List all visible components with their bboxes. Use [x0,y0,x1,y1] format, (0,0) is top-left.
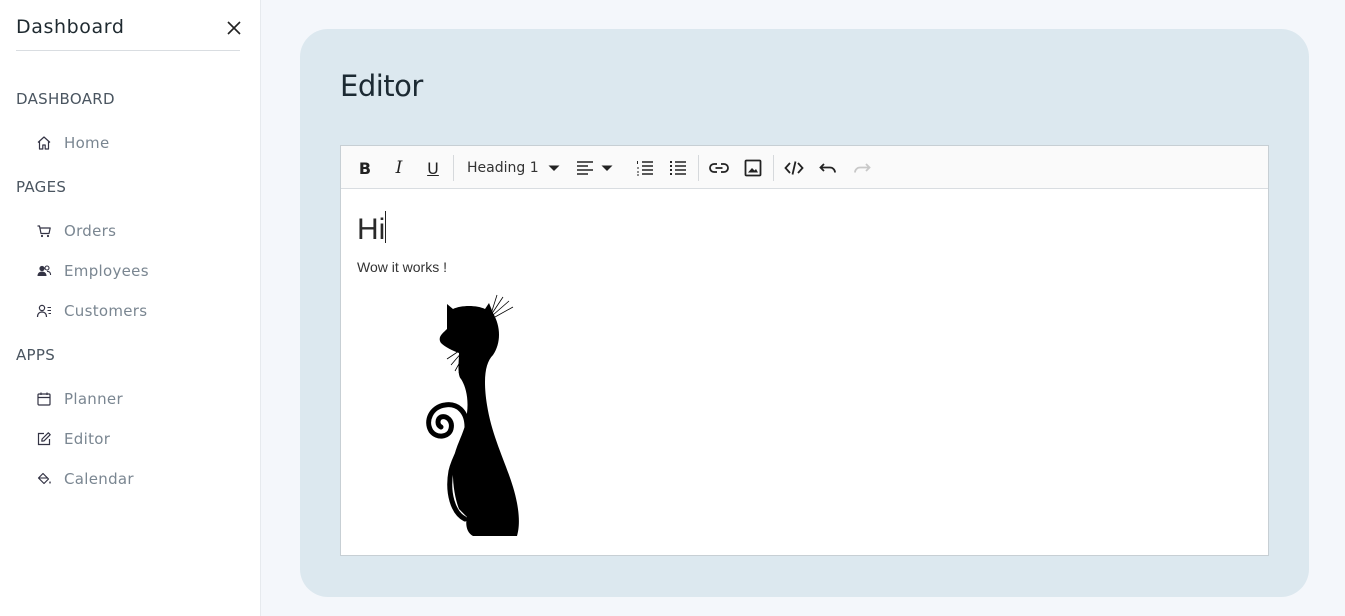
ordered-list-button[interactable] [633,156,657,180]
bullet-list-button[interactable] [666,156,690,180]
image-button[interactable] [741,156,765,180]
home-icon [37,136,51,150]
link-icon [709,163,729,173]
chevron-down-icon [601,165,613,171]
align-select[interactable] [576,156,614,180]
section-apps: APPS [16,346,56,364]
undo-icon [819,163,836,173]
sidebar-item-label: Planner [64,390,123,408]
editor-card: Editor B I U Heading 1 Hi Wow it works ! [300,29,1309,597]
employees-icon [37,265,52,276]
sidebar-item-label: Editor [64,430,111,448]
underline-button[interactable]: U [421,156,445,180]
heading-select-value: Heading 1 [467,160,539,176]
link-button[interactable] [707,156,731,180]
sidebar-item-planner[interactable]: Planner [36,387,123,411]
redo-icon [854,163,871,173]
sidebar-item-label: Orders [64,222,117,240]
editor-toolbar: B I U Heading 1 [341,146,1268,189]
sidebar: Dashboard DASHBOARD Home PAGES Orders Em… [0,0,261,616]
sidebar-item-employees[interactable]: Employees [36,259,149,283]
cat-silhouette-image[interactable] [407,293,542,536]
code-view-button[interactable] [782,156,806,180]
redo-button[interactable] [850,156,874,180]
close-icon[interactable] [225,19,243,37]
rich-text-editor: B I U Heading 1 Hi Wow it works ! [340,145,1269,556]
paint-bucket-icon [37,472,51,485]
sidebar-item-home[interactable]: Home [36,131,110,155]
toolbar-divider [453,155,454,181]
chevron-down-icon [548,165,560,171]
sidebar-item-editor[interactable]: Editor [36,427,110,451]
heading-select[interactable]: Heading 1 [467,156,561,180]
code-icon [784,161,804,175]
editor-content[interactable]: Hi Wow it works ! [357,189,1252,555]
section-dashboard: DASHBOARD [16,90,115,108]
undo-button[interactable] [816,156,840,180]
edit-icon [37,432,51,446]
sidebar-item-customers[interactable]: Customers [36,299,147,323]
sidebar-item-label: Calendar [64,470,134,488]
sidebar-header: Dashboard [16,12,243,51]
italic-button[interactable]: I [387,156,411,180]
sidebar-item-calendar[interactable]: Calendar [36,467,134,491]
sidebar-item-orders[interactable]: Orders [36,219,116,243]
toolbar-divider [698,155,699,181]
section-pages: PAGES [16,178,67,196]
image-icon [744,159,762,177]
sidebar-title: Dashboard [16,16,125,38]
calendar-icon [37,392,51,406]
text-caret [385,211,387,243]
customers-icon [36,304,51,318]
content-heading[interactable]: Hi [357,211,387,247]
bullet-list-icon [670,161,686,175]
cart-icon [37,225,51,238]
toolbar-divider [773,155,774,181]
page-title: Editor [340,69,423,103]
content-paragraph[interactable]: Wow it works ! [357,259,447,275]
sidebar-item-label: Employees [64,262,149,280]
ordered-list-icon [637,161,653,176]
bold-button[interactable]: B [353,156,377,180]
content-heading-text: Hi [357,213,386,246]
align-left-icon [577,161,593,175]
sidebar-item-label: Home [64,134,110,152]
sidebar-item-label: Customers [64,302,148,320]
